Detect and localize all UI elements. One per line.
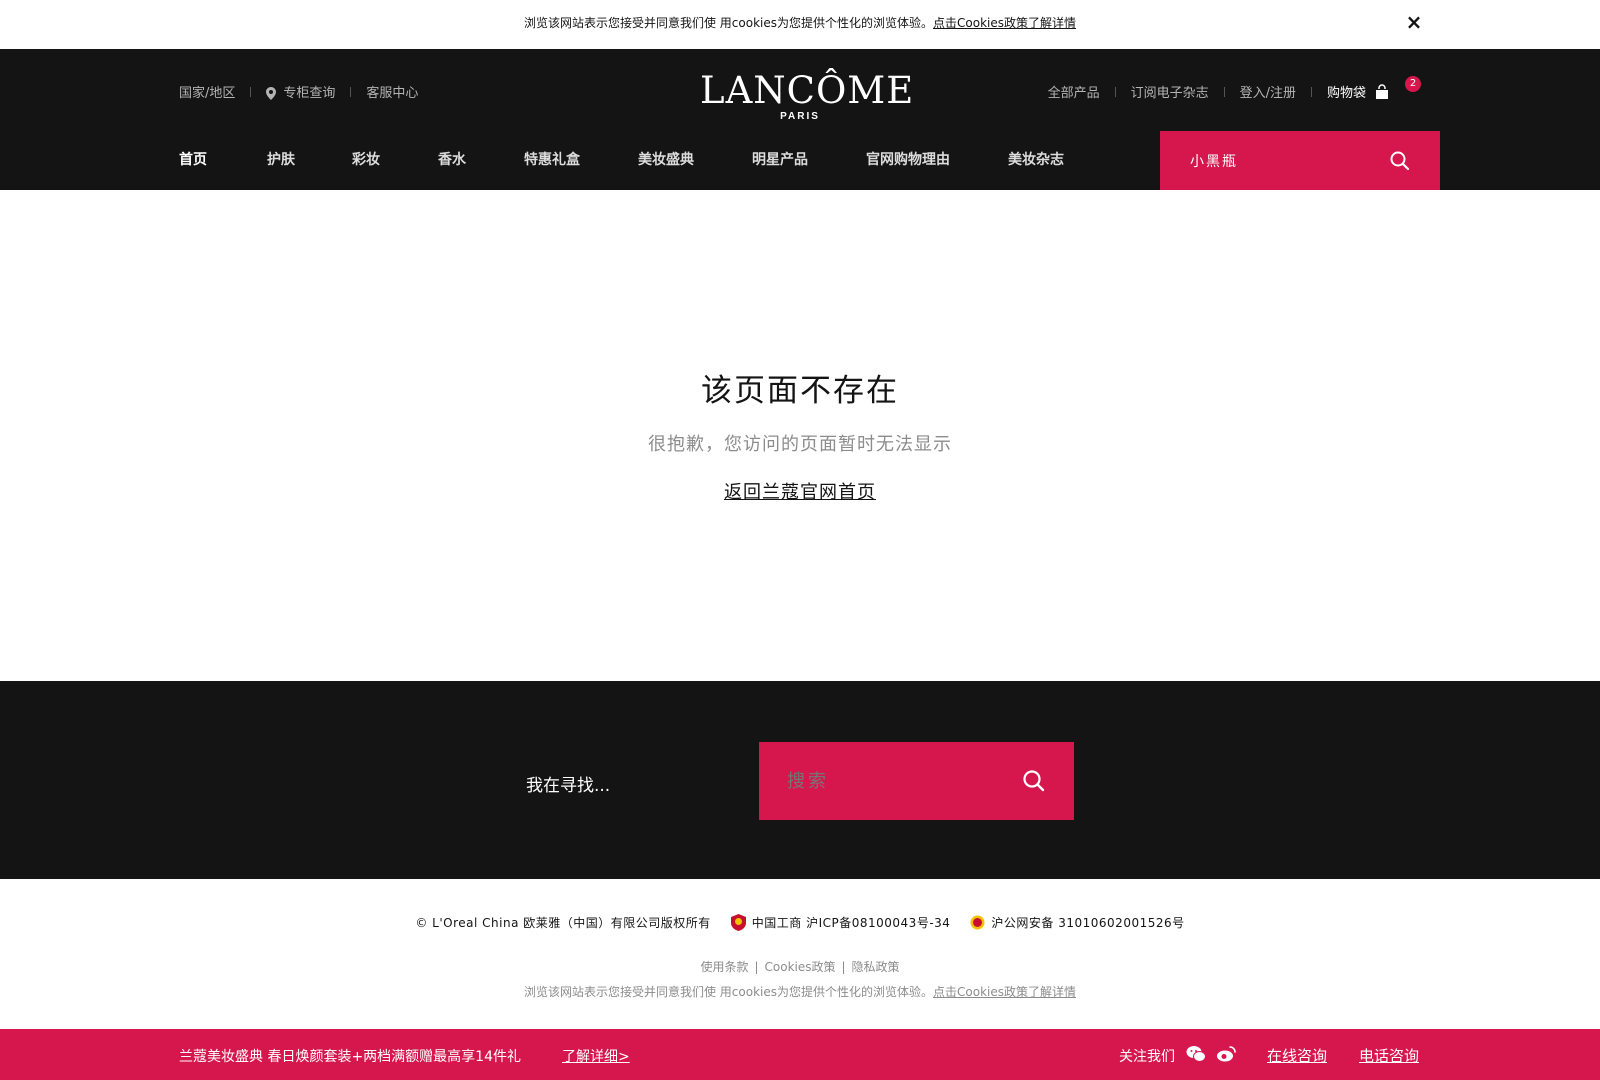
customer-service-link[interactable]: 客服中心 [366, 82, 418, 101]
police-badge[interactable]: 沪公网安备 31010602001526号 [970, 914, 1184, 931]
cart-count-badge: 2 [1405, 76, 1421, 92]
follow-us-label: 关注我们 [1119, 1049, 1175, 1065]
nav-item-star-products[interactable]: 明星产品 [752, 149, 808, 169]
legal-info-row: © L'Oreal China 欧莱雅（中国）有限公司版权所有 中国工商 沪IC… [0, 914, 1600, 931]
online-consult-link[interactable]: 在线咨询 [1267, 1045, 1327, 1066]
police-badge-icon [970, 915, 985, 930]
cookie-policy-link[interactable]: 点击Cookies政策了解详情 [933, 16, 1076, 30]
region-link[interactable]: 国家/地区 [179, 82, 235, 101]
close-icon[interactable]: × [1402, 10, 1426, 34]
back-home-link[interactable]: 返回兰蔻官网首页 [724, 482, 876, 503]
search-icon[interactable] [1021, 768, 1047, 794]
promo-text: 兰蔻美妆盛典 春日焕颜套装+两档满额赠最高享14件礼 [179, 1049, 521, 1065]
privacy-policy-link[interactable]: 隐私政策 [852, 960, 900, 974]
search-icon[interactable] [1388, 149, 1412, 173]
main-nav: 首页 护肤 彩妆 香水 特惠礼盒 美妆盛典 明星产品 官网购物理由 美妆杂志 [179, 149, 1064, 169]
divider: | [754, 960, 759, 974]
footer-search [759, 742, 1074, 820]
policy-links: 使用条款 | Cookies政策 | 隐私政策 [0, 958, 1600, 975]
promo-more-link[interactable]: 了解详细> [562, 1046, 630, 1066]
cookie-banner-message: 浏览该网站表示您接受并同意我们使 用cookies为您提供个性化的浏览体验。 [523, 16, 934, 30]
icp-text: 中国工商 沪ICP备08100043号-34 [751, 916, 951, 930]
nav-item-gift-sets[interactable]: 特惠礼盒 [524, 149, 580, 169]
logo-subtitle: PARIS [780, 111, 820, 122]
nav-item-skincare[interactable]: 护肤 [267, 149, 295, 169]
divider [1223, 86, 1225, 97]
site-header: 国家/地区 专柜查询 客服中心 LANCÔME PARIS 全部产品 订阅电子杂… [0, 49, 1600, 190]
cookies-policy-link[interactable]: Cookies政策 [765, 960, 836, 974]
footer-cookie-notice: 浏览该网站表示您接受并同意我们使 用cookies为您提供个性化的浏览体验。点击… [0, 983, 1600, 1000]
header-search-input[interactable] [1190, 151, 1390, 171]
nav-item-beauty-event[interactable]: 美妆盛典 [638, 149, 694, 169]
nav-item-why-shop[interactable]: 官网购物理由 [866, 149, 950, 169]
page-title: 该页面不存在 [701, 373, 899, 409]
lancome-logo[interactable]: LANCÔME PARIS [700, 69, 915, 123]
emblem-icon [730, 914, 746, 931]
login-register-link[interactable]: 登入/注册 [1240, 82, 1296, 101]
divider: | [841, 960, 846, 974]
footer-cookie-link[interactable]: 点击Cookies政策了解详情 [933, 985, 1076, 999]
shopping-bag-label: 购物袋 [1326, 86, 1366, 101]
police-text: 沪公网安备 31010602001526号 [991, 916, 1185, 930]
back-home-link-wrapper: 返回兰蔻官网首页 [0, 478, 1600, 504]
weibo-icon[interactable] [1216, 1045, 1236, 1063]
store-locator-link[interactable]: 专柜查询 [266, 82, 335, 101]
header-search [1160, 131, 1440, 190]
cookie-banner: 浏览该网站表示您接受并同意我们使 用cookies为您提供个性化的浏览体验。点击… [0, 0, 1600, 49]
page-subtitle: 很抱歉，您访问的页面暂时无法显示 [648, 434, 952, 455]
nav-item-magazine[interactable]: 美妆杂志 [1008, 149, 1064, 169]
divider [350, 86, 352, 97]
newsletter-link[interactable]: 订阅电子杂志 [1131, 82, 1209, 101]
not-found-content: 该页面不存在 很抱歉，您访问的页面暂时无法显示 返回兰蔻官网首页 [0, 190, 1600, 680]
shopping-bag-icon [1376, 83, 1388, 99]
logo-wordmark: LANCÔME [700, 69, 915, 112]
store-locator-label: 专柜查询 [283, 86, 336, 101]
promo-bar: 兰蔻美妆盛典 春日焕颜套装+两档满额赠最高享14件礼 了解详细> 关注我们 在线… [0, 1029, 1600, 1080]
all-products-link[interactable]: 全部产品 [1048, 82, 1100, 101]
divider [250, 86, 252, 97]
wechat-icon[interactable] [1186, 1045, 1206, 1063]
utility-nav-left: 国家/地区 专柜查询 客服中心 [179, 82, 418, 101]
footer-search-label: 我在寻找... [526, 776, 611, 796]
footer-search-input[interactable] [787, 770, 1007, 792]
cookie-banner-text: 浏览该网站表示您接受并同意我们使 用cookies为您提供个性化的浏览体验。点击… [0, 14, 1600, 31]
nav-item-fragrance[interactable]: 香水 [438, 149, 466, 169]
utility-nav-right: 全部产品 订阅电子杂志 登入/注册 购物袋 [1048, 82, 1390, 101]
divider [1114, 86, 1116, 97]
location-pin-icon [266, 87, 277, 100]
terms-link[interactable]: 使用条款 [700, 960, 748, 974]
icp-badge[interactable]: 中国工商 沪ICP备08100043号-34 [730, 914, 951, 931]
copyright-text: © L'Oreal China 欧莱雅（中国）有限公司版权所有 [415, 916, 711, 930]
divider [1310, 86, 1312, 97]
nav-item-home[interactable]: 首页 [179, 149, 207, 169]
legal-footer: © L'Oreal China 欧莱雅（中国）有限公司版权所有 中国工商 沪IC… [0, 879, 1600, 1029]
footer-search-band: 我在寻找... [0, 681, 1600, 879]
phone-consult-link[interactable]: 电话咨询 [1359, 1045, 1419, 1066]
nav-item-makeup[interactable]: 彩妆 [352, 149, 380, 169]
shopping-bag-button[interactable]: 购物袋 [1327, 82, 1390, 101]
footer-cookie-text: 浏览该网站表示您接受并同意我们使 用cookies为您提供个性化的浏览体验。 [523, 985, 934, 999]
